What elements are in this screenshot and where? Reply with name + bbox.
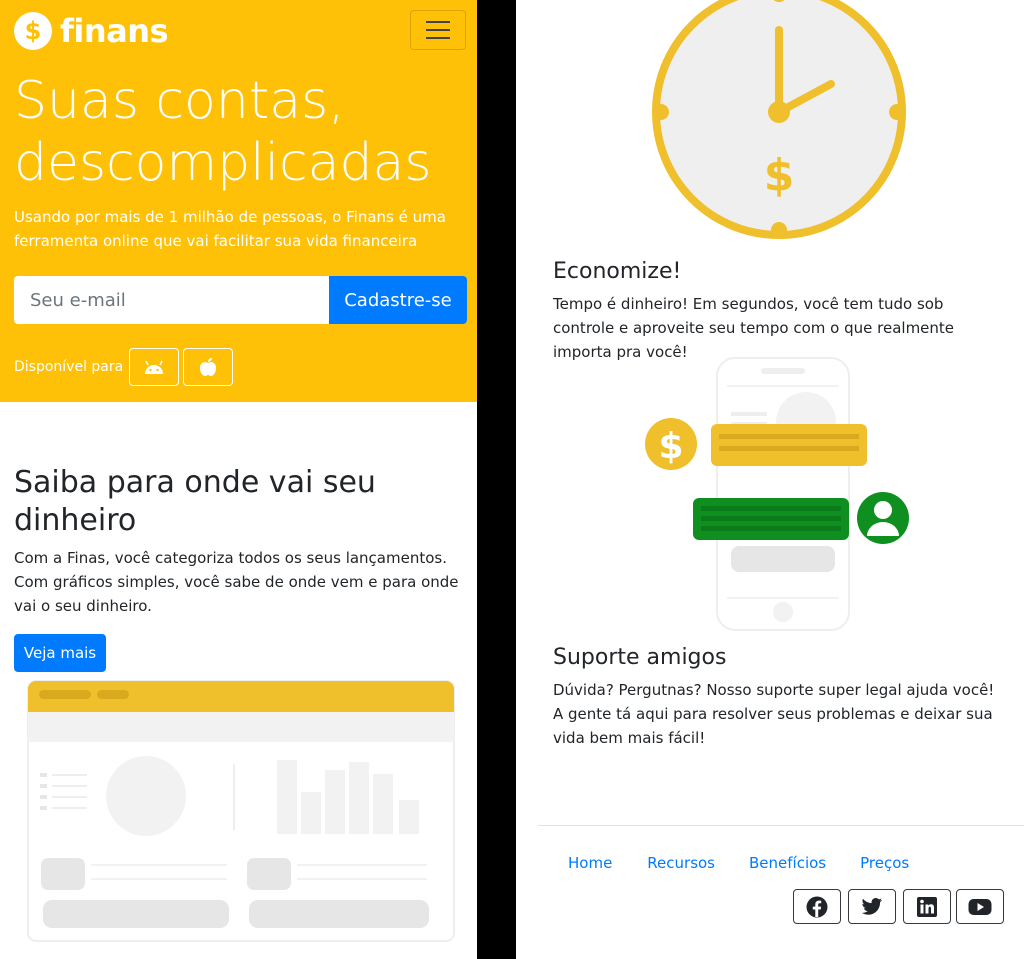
right-panel: $ Economize! Tempo é dinheiro! Em segund… (516, 0, 1024, 959)
footer-link-home[interactable]: Home (568, 850, 612, 876)
youtube-button[interactable] (956, 889, 1004, 924)
dashboard-illustration (27, 680, 455, 942)
available-label: Disponível para (14, 359, 124, 375)
feature-text-suporte: Dúvida? Pergutnas? Nosso suporte super l… (553, 681, 995, 747)
feature-title-economize: Economize! (553, 259, 682, 284)
clock-illustration: $ (652, 0, 906, 239)
section-title: Saiba para onde vai seu dinheiro (14, 465, 376, 538)
linkedin-button[interactable] (903, 889, 951, 924)
twitter-button[interactable] (848, 889, 896, 924)
svg-text:$: $ (764, 150, 795, 201)
phone-support-illustration: $ (645, 357, 909, 631)
hero-section: $ finans Suas contas, descomplicadas Usa… (0, 0, 477, 402)
svg-text:$: $ (658, 426, 683, 467)
section-text: Com a Finas, você categoriza todos os se… (14, 549, 459, 615)
apple-icon (200, 358, 217, 376)
brand-logo[interactable]: $ finans (14, 12, 169, 50)
twitter-icon (861, 897, 883, 915)
brand-name: finans (60, 12, 169, 50)
signup-button[interactable]: Cadastre-se (329, 276, 467, 324)
left-panel: $ finans Suas contas, descomplicadas Usa… (0, 0, 477, 959)
hamburger-icon (426, 21, 450, 23)
hero-subtitle: Usando por mais de 1 milhão de pessoas, … (14, 208, 446, 250)
hero-title-line2: descomplicadas (14, 133, 432, 193)
available-platforms: Disponível para (14, 348, 234, 386)
see-more-button[interactable]: Veja mais (14, 634, 106, 672)
footer-link-beneficios[interactable]: Benefícios (749, 850, 826, 876)
apple-button[interactable] (183, 348, 234, 386)
facebook-button[interactable] (793, 889, 841, 924)
youtube-icon (968, 898, 992, 915)
feature-text-economize: Tempo é dinheiro! Em segundos, você tem … (553, 295, 955, 361)
footer-link-precos[interactable]: Preços (860, 850, 909, 876)
coin-icon: $ (14, 12, 52, 50)
footer-link-recursos[interactable]: Recursos (647, 850, 715, 876)
email-input[interactable] (14, 276, 329, 324)
facebook-icon (806, 896, 828, 917)
hero-title-line1: Suas contas, (14, 71, 345, 131)
signup-form: Cadastre-se (14, 276, 467, 324)
hero-title: Suas contas, descomplicadas (14, 70, 454, 194)
linkedin-icon (917, 896, 937, 917)
android-icon (145, 360, 164, 374)
footer-divider (538, 825, 1024, 826)
footer-nav: Home Recursos Benefícios Preços (553, 850, 909, 876)
feature-title-suporte: Suporte amigos (553, 645, 727, 670)
android-button[interactable] (129, 348, 180, 386)
menu-toggle-button[interactable] (410, 10, 466, 50)
